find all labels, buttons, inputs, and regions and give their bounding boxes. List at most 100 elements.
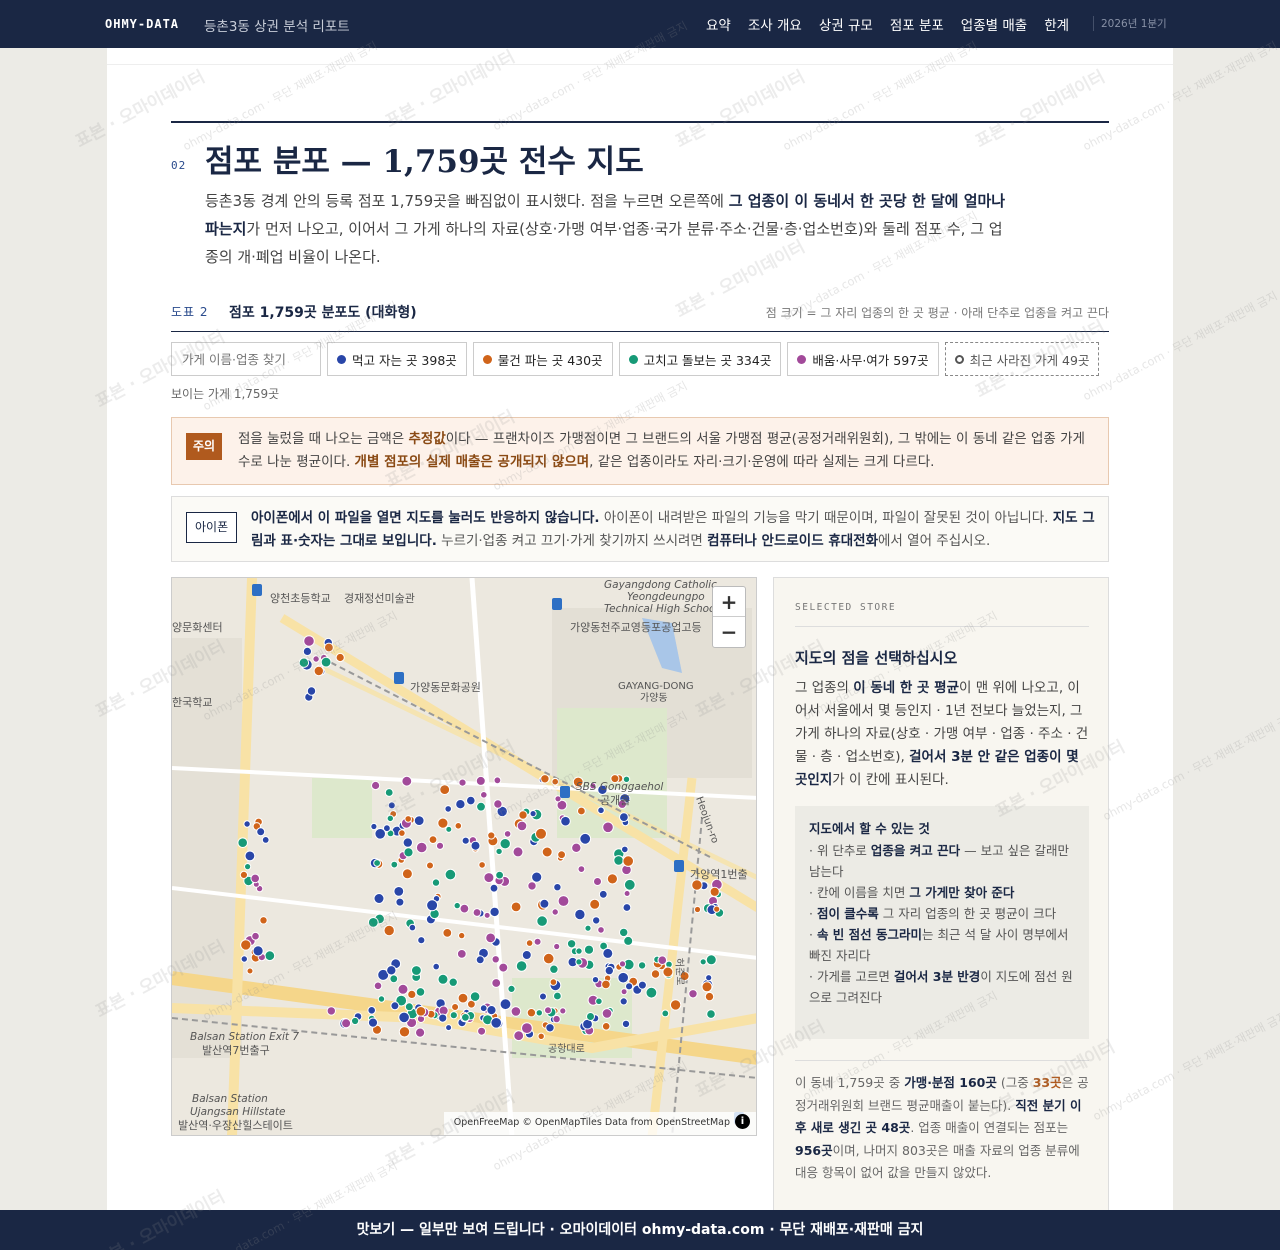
store-marker[interactable] [448,977,458,987]
store-marker[interactable] [491,955,500,964]
store-marker[interactable] [507,984,516,993]
store-marker[interactable] [373,859,382,867]
store-marker[interactable] [489,906,500,918]
store-marker[interactable] [264,950,276,962]
store-marker[interactable] [386,814,395,823]
store-marker[interactable] [367,1017,379,1028]
store-marker[interactable] [536,915,548,927]
store-marker[interactable] [586,1012,595,1021]
store-marker[interactable] [428,835,438,845]
zoom-in-button[interactable]: + [713,587,745,617]
store-marker[interactable] [557,850,567,860]
store-marker[interactable] [604,965,614,976]
store-marker[interactable] [704,991,715,1002]
store-marker[interactable] [384,788,394,797]
store-marker[interactable] [601,979,611,990]
store-marker[interactable] [435,841,445,850]
filter-education-office-button[interactable]: 배움·사무·여가 597곳 [787,342,939,376]
store-marker[interactable] [251,931,260,941]
store-marker[interactable] [475,955,485,965]
store-marker[interactable] [393,886,405,897]
store-marker[interactable] [244,863,252,871]
store-marker[interactable] [589,898,601,910]
store-marker[interactable] [535,1009,543,1017]
store-marker[interactable] [244,850,256,862]
store-marker[interactable] [574,908,586,921]
store-marker[interactable] [475,775,486,786]
store-marker[interactable] [469,991,481,1002]
store-marker[interactable] [495,870,505,880]
store-marker[interactable] [401,868,413,880]
store-marker[interactable] [455,799,466,810]
store-marker[interactable] [426,899,439,912]
store-marker[interactable] [583,944,595,955]
store-marker[interactable] [650,969,661,979]
nav-link-store-distribution[interactable]: 점포 분포 [890,14,944,34]
store-marker[interactable] [559,1007,567,1015]
store-marker[interactable] [370,822,378,831]
store-marker[interactable] [620,988,628,996]
store-marker[interactable] [557,895,570,907]
store-marker[interactable] [387,801,396,810]
store-marker[interactable] [250,873,260,884]
store-marker[interactable] [617,971,630,984]
store-marker[interactable] [256,827,266,837]
store-marker[interactable] [521,950,532,960]
attribution-osm-link[interactable]: OpenStreetMap [653,1117,730,1128]
store-marker[interactable] [602,821,614,834]
store-marker[interactable] [413,815,425,827]
store-marker[interactable] [445,1024,453,1032]
store-marker[interactable] [298,657,310,668]
store-marker[interactable] [390,860,399,869]
store-marker[interactable] [602,947,614,959]
store-marker[interactable] [709,886,720,897]
store-marker[interactable] [515,960,528,972]
store-marker[interactable] [662,966,674,978]
store-marker[interactable] [553,942,561,951]
store-marker[interactable] [466,795,476,806]
store-marker[interactable] [303,635,315,647]
store-marker[interactable] [461,836,470,845]
store-marker[interactable] [458,778,467,787]
store-marker[interactable] [618,960,627,968]
store-marker[interactable] [491,978,502,988]
store-marker[interactable] [415,1006,427,1017]
store-marker[interactable] [693,905,702,914]
store-marker[interactable] [657,955,668,966]
attribution-openfreemap-link[interactable]: OpenFreeMap © OpenMapTiles [454,1117,605,1128]
store-marker[interactable] [442,928,453,938]
store-marker[interactable] [444,805,453,813]
store-marker[interactable] [499,998,512,1011]
store-marker[interactable] [367,1006,376,1015]
store-marker[interactable] [404,1002,414,1012]
store-marker[interactable] [373,893,385,904]
store-marker[interactable] [597,926,605,934]
store-marker[interactable] [320,656,332,668]
store-marker[interactable] [439,784,451,796]
store-marker[interactable] [478,861,486,869]
store-marker[interactable] [398,829,406,837]
store-marker[interactable] [691,879,703,891]
store-marker[interactable] [493,776,502,785]
store-marker[interactable] [525,939,534,947]
store-marker[interactable] [383,924,395,937]
store-marker[interactable] [701,981,713,993]
store-marker[interactable] [259,916,268,925]
store-marker[interactable] [437,973,449,985]
store-marker[interactable] [367,917,379,928]
store-marker[interactable] [324,642,334,653]
store-marker[interactable] [483,872,495,884]
store-marker[interactable] [312,655,320,663]
store-marker[interactable] [459,903,470,914]
store-marker[interactable] [397,983,409,995]
store-search-input[interactable] [171,342,321,376]
store-marker[interactable] [493,799,503,809]
store-marker[interactable] [479,1004,488,1013]
info-icon[interactable]: i [735,1114,750,1129]
store-marker[interactable] [458,931,466,940]
store-map[interactable]: 양천초등학교 경재정선미술관 가양동문화공원 Gayangdong Cathol… [171,577,757,1136]
store-marker[interactable] [476,801,486,812]
store-marker[interactable] [243,820,251,828]
store-marker[interactable] [302,646,312,657]
store-marker[interactable] [539,992,547,1001]
